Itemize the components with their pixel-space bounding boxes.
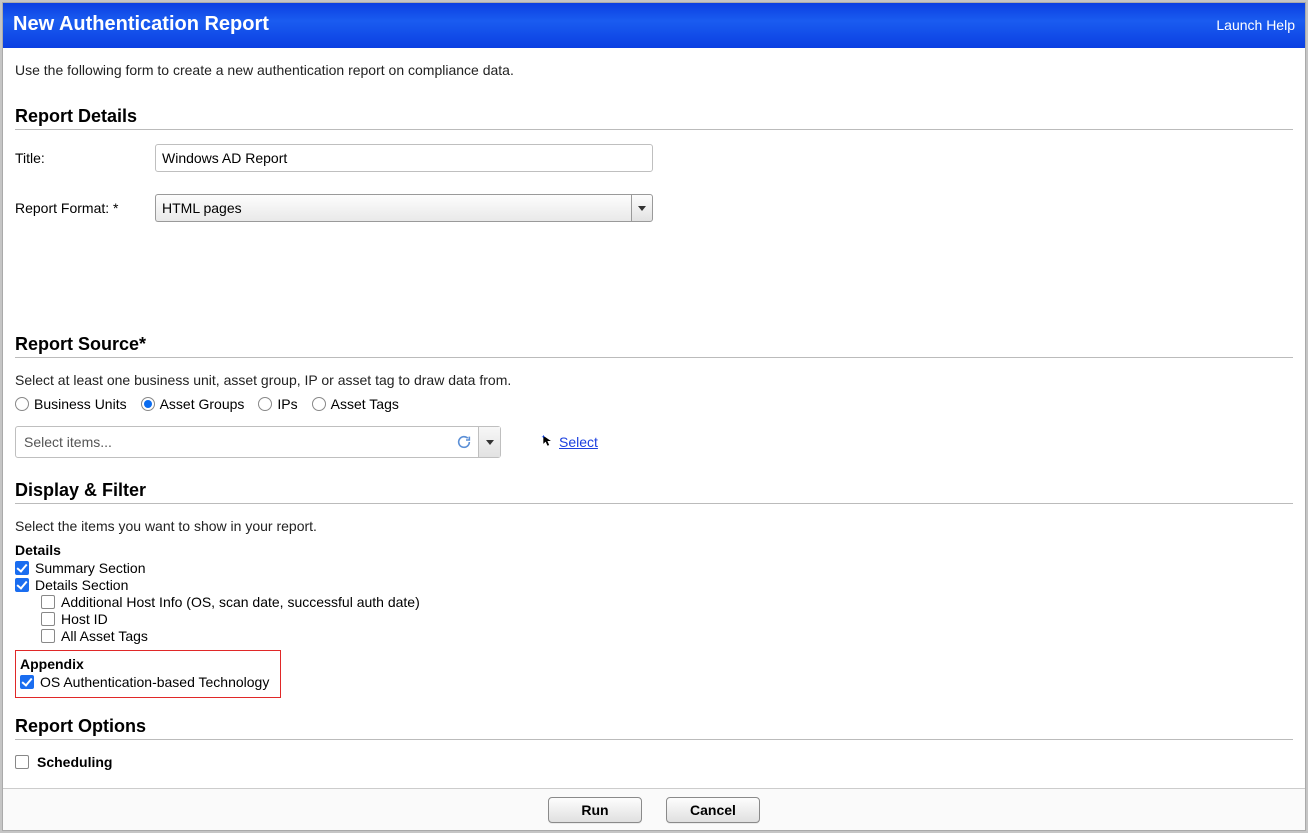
dialog-new-auth-report: New Authentication Report Launch Help Us… xyxy=(2,2,1306,831)
source-subtext: Select at least one business unit, asset… xyxy=(15,372,1293,388)
radio-label: Business Units xyxy=(34,396,127,412)
section-report-details: Report Details xyxy=(15,106,1293,130)
chevron-down-icon xyxy=(638,206,646,211)
refresh-icon[interactable] xyxy=(450,427,478,457)
radio-icon xyxy=(141,397,155,411)
multiselect-toggle[interactable] xyxy=(478,427,500,457)
svg-text:+: + xyxy=(542,434,546,440)
checkbox-details-section[interactable] xyxy=(15,578,29,592)
radio-asset-tags[interactable]: Asset Tags xyxy=(312,396,399,412)
appendix-highlight: Appendix OS Authentication-based Technol… xyxy=(15,650,281,698)
checkbox-label: Additional Host Info (OS, scan date, suc… xyxy=(61,594,420,610)
section-report-options: Report Options xyxy=(15,716,1293,740)
format-select-value: HTML pages xyxy=(155,194,631,222)
radio-label: IPs xyxy=(277,396,297,412)
section-display-filter: Display & Filter xyxy=(15,480,1293,504)
checkbox-scheduling[interactable] xyxy=(15,755,29,769)
titlebar: New Authentication Report Launch Help xyxy=(3,3,1305,48)
checkbox-host-id[interactable] xyxy=(41,612,55,626)
checkbox-label: All Asset Tags xyxy=(61,628,148,644)
dialog-footer: Run Cancel xyxy=(3,788,1305,830)
checkbox-all-asset-tags[interactable] xyxy=(41,629,55,643)
checkbox-additional-host-info[interactable] xyxy=(41,595,55,609)
launch-help-link[interactable]: Launch Help xyxy=(1216,17,1295,33)
checkbox-label: OS Authentication-based Technology xyxy=(40,674,269,690)
asset-group-multiselect[interactable]: Select items... xyxy=(15,426,501,458)
radio-asset-groups[interactable]: Asset Groups xyxy=(141,396,245,412)
radio-icon xyxy=(258,397,272,411)
section-report-source: Report Source* xyxy=(15,334,1293,358)
dialog-title: New Authentication Report xyxy=(13,13,269,36)
checkbox-os-auth-tech[interactable] xyxy=(20,675,34,689)
radio-label: Asset Tags xyxy=(331,396,399,412)
radio-business-units[interactable]: Business Units xyxy=(15,396,127,412)
intro-text: Use the following form to create a new a… xyxy=(15,62,1293,78)
checkbox-summary-section[interactable] xyxy=(15,561,29,575)
title-input[interactable] xyxy=(155,144,653,172)
scheduling-label: Scheduling xyxy=(37,754,112,770)
cancel-button[interactable]: Cancel xyxy=(666,797,760,823)
radio-label: Asset Groups xyxy=(160,396,245,412)
format-select-toggle[interactable] xyxy=(631,194,653,222)
title-label: Title: xyxy=(15,150,155,166)
checkbox-label: Details Section xyxy=(35,577,128,593)
display-subtext: Select the items you want to show in you… xyxy=(15,518,1293,534)
checkbox-label: Host ID xyxy=(61,611,108,627)
cursor-plus-icon: + xyxy=(541,434,555,451)
radio-icon xyxy=(15,397,29,411)
radio-icon xyxy=(312,397,326,411)
chevron-down-icon xyxy=(486,440,494,445)
checkbox-label: Summary Section xyxy=(35,560,145,576)
format-label: Report Format: * xyxy=(15,200,155,216)
run-button[interactable]: Run xyxy=(548,797,642,823)
appendix-subhead: Appendix xyxy=(20,656,276,672)
select-items-link[interactable]: Select xyxy=(559,434,598,450)
multiselect-placeholder: Select items... xyxy=(16,427,450,457)
details-subhead: Details xyxy=(15,542,1293,558)
format-select[interactable]: HTML pages xyxy=(155,194,653,222)
radio-ips[interactable]: IPs xyxy=(258,396,297,412)
